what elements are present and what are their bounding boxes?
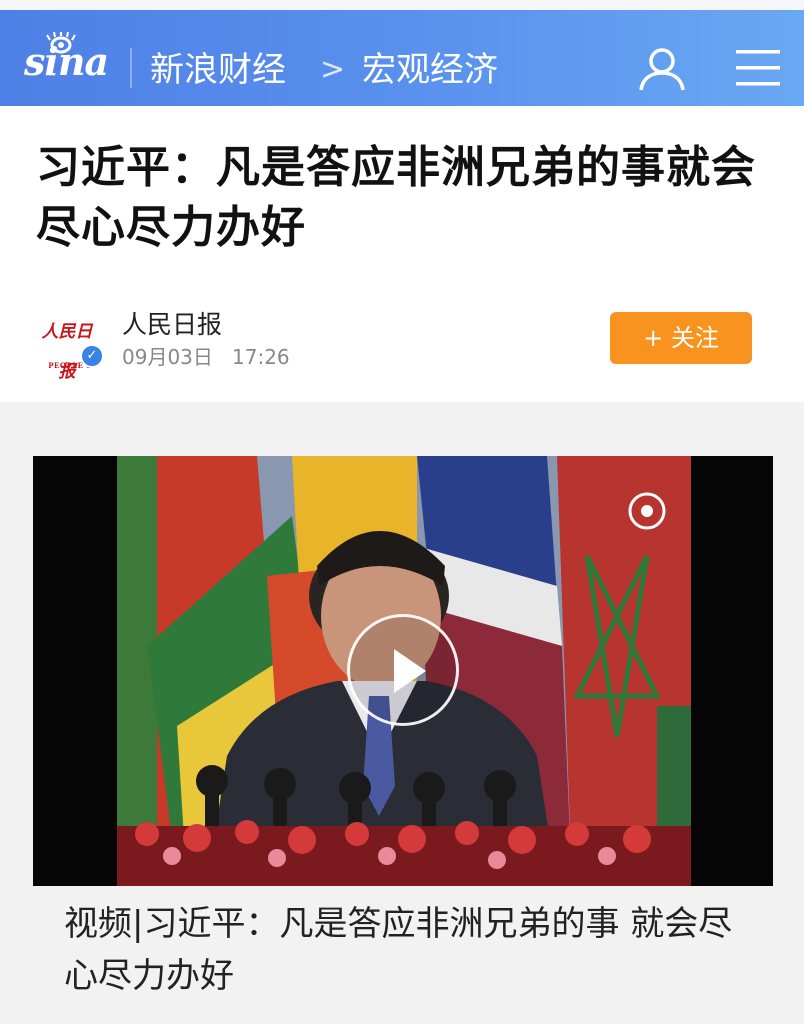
video-player[interactable] xyxy=(33,456,773,886)
user-icon[interactable] xyxy=(638,46,686,92)
verified-check-icon: ✓ xyxy=(80,344,104,368)
article-title: 习近平：凡是答应非洲兄弟的事就会尽心尽力办好 xyxy=(36,142,756,253)
publish-time: 17:26 xyxy=(232,345,290,369)
play-icon xyxy=(394,649,426,693)
site-header: sina 新浪财经 > 宏观经济 xyxy=(0,10,804,106)
author-name[interactable]: 人民日报 xyxy=(122,310,222,340)
menu-icon[interactable] xyxy=(736,48,780,88)
follow-button[interactable]: + 关注 xyxy=(610,312,752,364)
video-caption[interactable]: 视频|习近平：凡是答应非洲兄弟的事 就会尽心尽力办好 xyxy=(64,898,764,1002)
breadcrumb-macro[interactable]: 宏观经济 xyxy=(362,50,498,90)
header-divider xyxy=(130,48,132,88)
breadcrumb-separator: > xyxy=(320,52,346,87)
sina-eye-icon xyxy=(46,32,76,54)
status-strip xyxy=(0,0,804,10)
publish-date: 09月03日 xyxy=(122,345,213,369)
play-button[interactable] xyxy=(347,614,459,726)
sina-logo[interactable]: sina xyxy=(24,32,110,90)
breadcrumb-finance[interactable]: 新浪财经 xyxy=(150,50,286,90)
